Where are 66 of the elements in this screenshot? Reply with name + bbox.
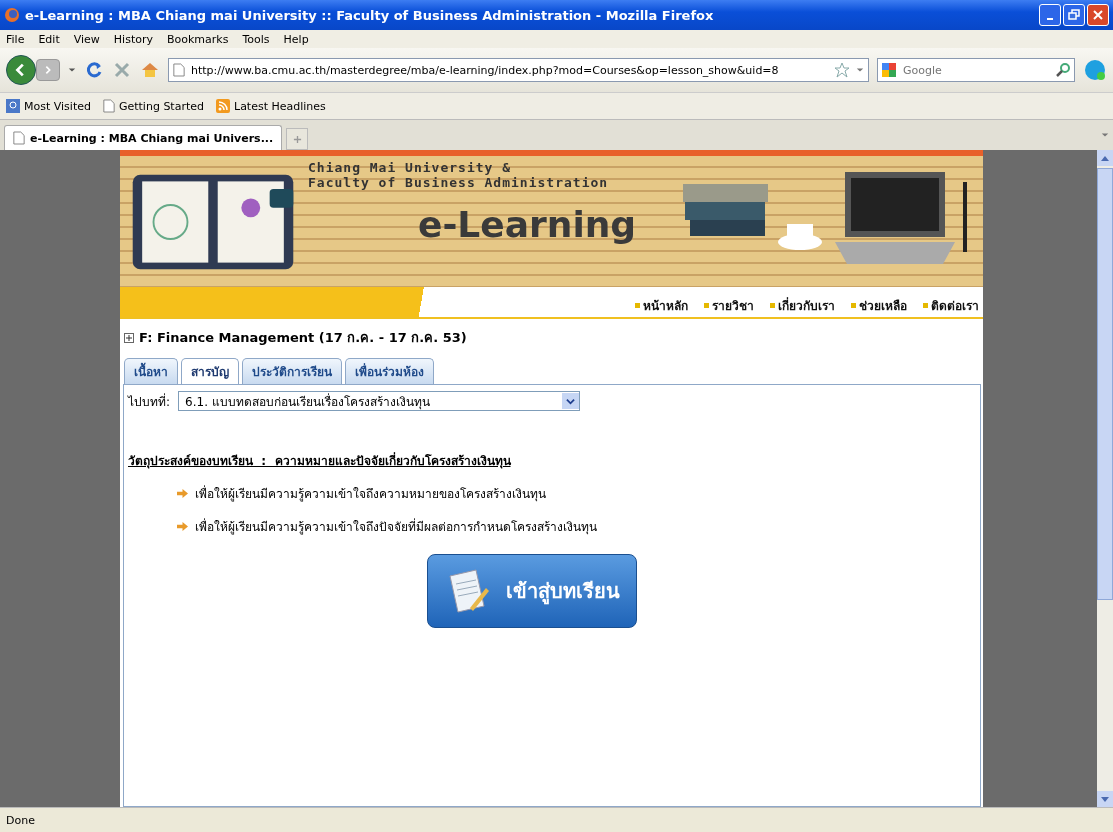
back-button[interactable] — [6, 55, 36, 85]
nav-link[interactable]: ช่วยเหลือ — [851, 296, 907, 315]
jump-label: ไปบทที่: — [128, 392, 171, 411]
menu-item[interactable]: Bookmarks — [167, 32, 229, 46]
dropdown-caret-icon[interactable] — [68, 66, 76, 74]
globe-icon — [4, 7, 20, 23]
address-field[interactable]: http://www.ba.cmu.ac.th/masterdegree/mba/e-learning/index.php?mod=Courses&op=lesson_show&uid=8 — [168, 58, 869, 82]
page-icon — [13, 131, 25, 145]
page-tab[interactable]: ประวัติการเรียน — [242, 358, 342, 384]
course-title: F: Finance Management (17 ก.ค. - 17 ก.ค. 53) — [139, 329, 467, 347]
minimize-button[interactable] — [1039, 4, 1061, 26]
up-arrow-icon[interactable] — [1101, 155, 1109, 161]
arrow-bullet-icon — [176, 488, 189, 499]
page-tab[interactable]: เพื่อนร่วมห้อง — [345, 358, 434, 384]
dropdown-caret-icon[interactable] — [1101, 131, 1109, 139]
banner-heading: Chiang Mai University & — [308, 160, 512, 175]
window-title: e-Learning : MBA Chiang mai University :: Faculty of Business Administration - Mozilla Firefox — [25, 7, 715, 23]
objective-heading: วัตถุประสงค์ของบทเรียน : ความหมายและปัจจัยเกี่ยวกับโครงสร้างเงินทุน — [128, 451, 512, 470]
page-tab[interactable]: สารบัญ — [181, 358, 239, 384]
bookmark-link[interactable]: Getting Started — [102, 99, 204, 113]
menu-item[interactable]: Help — [283, 32, 309, 46]
maximize-button[interactable] — [1063, 4, 1085, 26]
menu-item[interactable]: Edit — [38, 32, 60, 46]
plus-icon — [292, 134, 302, 144]
skype-icon[interactable] — [1083, 58, 1107, 82]
menu-item[interactable]: File — [6, 32, 25, 46]
chapter-dropdown[interactable]: 6.1. แบบทดสอบก่อนเรียนเรื่องโครงสร้างเงินทุน — [178, 391, 581, 411]
close-icon — [1092, 9, 1104, 21]
nav-link[interactable]: หน้าหลัก — [635, 296, 688, 315]
site-logo: e-Learning — [418, 204, 638, 245]
bookmark-link[interactable]: Most Visited — [6, 99, 91, 113]
scrollbar[interactable] — [1097, 150, 1113, 807]
search-engine-icon — [881, 62, 897, 78]
menu-item[interactable]: History — [113, 32, 153, 46]
search-box[interactable]: Google — [877, 58, 1075, 82]
menu-item[interactable]: Tools — [242, 32, 270, 46]
banner-heading: Faculty of Business Administration — [308, 175, 610, 190]
minimize-icon — [1047, 18, 1053, 20]
objective-text: เพื่อให้ผู้เรียนมีความรู้ความเข้าใจถึงความหมายของโครงสร้างเงินทุน — [195, 484, 546, 503]
nav-link[interactable]: เกี่ยวกับเรา — [770, 296, 835, 315]
browser-tab[interactable]: e-Learning : MBA Chiang mai Univers... — [4, 125, 283, 150]
dropdown-caret-icon — [566, 396, 576, 406]
status-text: Done — [6, 813, 35, 827]
nav-link[interactable]: รายวิชา — [704, 296, 754, 315]
feed-icon — [216, 99, 230, 113]
dropdown-caret-icon[interactable] — [856, 66, 864, 74]
stop-icon[interactable] — [112, 60, 132, 80]
star-icon[interactable] — [834, 62, 850, 78]
page-tab[interactable]: เนื้อหา — [124, 358, 178, 384]
close-button[interactable] — [1087, 4, 1109, 26]
down-arrow-icon[interactable] — [1101, 796, 1109, 802]
nav-link[interactable]: ติดต่อเรา — [923, 296, 979, 315]
home-icon[interactable] — [140, 60, 160, 80]
new-tab-button[interactable] — [286, 128, 309, 150]
page-icon — [102, 99, 115, 113]
page-icon — [173, 63, 185, 77]
restore-icon — [1068, 9, 1080, 21]
enter-lesson-button[interactable]: เข้าสู่บทเรียน — [427, 554, 637, 628]
bookmark-link[interactable]: Latest Headlines — [216, 99, 326, 113]
reload-icon[interactable] — [84, 60, 104, 80]
arrow-bullet-icon — [176, 521, 189, 532]
menu-item[interactable]: View — [73, 32, 100, 46]
magnifier-icon — [6, 99, 20, 113]
search-icon[interactable] — [1055, 62, 1071, 78]
expand-icon[interactable] — [124, 332, 134, 343]
objective-text: เพื่อให้ผู้เรียนมีความรู้ความเข้าใจถึงปัจจัยที่มีผลต่อการกำหนดโครงสร้างเงินทุน — [195, 517, 597, 536]
